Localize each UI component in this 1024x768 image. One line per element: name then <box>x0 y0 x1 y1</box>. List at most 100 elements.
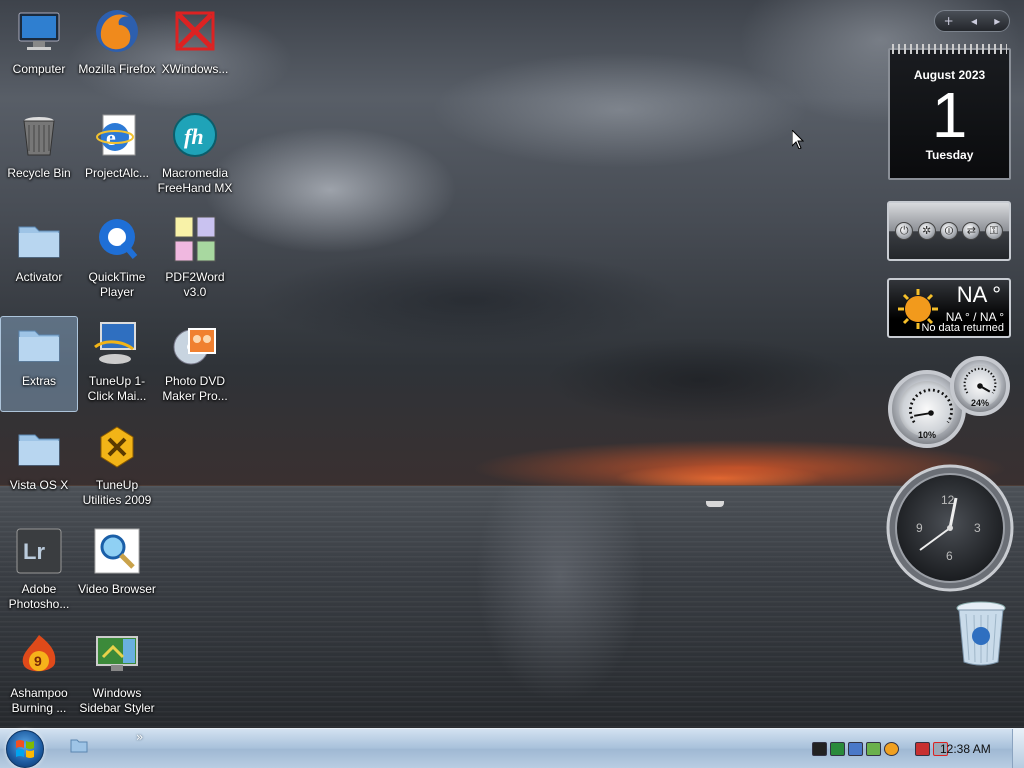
calendar-weekday: Tuesday <box>925 148 974 162</box>
cpu-usage-value: 10% <box>917 430 936 440</box>
taskbar: » 12:38 AM <box>0 728 1024 768</box>
calendar-gadget[interactable]: August 2023 1 Tuesday <box>888 44 1011 180</box>
windows-logo-icon <box>16 740 34 758</box>
quicktime-icon <box>93 215 141 263</box>
cpu-meter-face <box>899 381 955 437</box>
log-off-icon[interactable]: ⏻ <box>895 222 914 240</box>
calendar-rings <box>892 44 1007 54</box>
desktop-icon-activator[interactable]: Activator <box>0 212 78 308</box>
icon-label: Ashampoo Burning ... <box>10 686 68 715</box>
keyboard-icon[interactable] <box>812 742 827 756</box>
recycle-bin-icon <box>15 111 63 159</box>
lightroom-icon: Lr <box>15 527 63 575</box>
folder-icon <box>15 319 63 367</box>
desktop-icon-recycle-bin[interactable]: Recycle Bin <box>0 108 78 204</box>
shutdown-icon[interactable]: ⏼ <box>939 222 958 240</box>
weather-temperature: NA ° <box>956 282 1001 307</box>
desktop-icon-video-browser[interactable]: Video Browser <box>78 524 156 620</box>
recycle-bin-gadget[interactable] <box>954 600 1008 668</box>
internet-explorer-icon: e <box>93 111 141 159</box>
desktop-icon-projectalc[interactable]: e ProjectAlc... <box>78 108 156 204</box>
desktop-icon-tuneup-utilities[interactable]: TuneUp Utilities 2009 <box>78 420 156 516</box>
update-icon[interactable] <box>884 742 899 756</box>
icon-label: ProjectAlc... <box>84 166 150 180</box>
icon-label: TuneUp 1-Click Mai... <box>87 374 147 403</box>
start-button[interactable] <box>6 730 44 768</box>
weather-gadget[interactable]: NA ° NA ° / NA ° No data returned <box>887 278 1011 338</box>
freehand-icon: fh <box>171 111 219 159</box>
icon-label: Computer <box>12 62 66 76</box>
network-icon[interactable] <box>830 742 845 756</box>
control-system-gadget: ⏻ ✲ ⏼ ⇄ ⚿ <box>887 201 1011 261</box>
desktop-icon-xwindows[interactable]: XWindows... <box>156 4 234 100</box>
show-desktop-button[interactable] <box>1012 729 1024 768</box>
clock-number-3: 3 <box>974 521 981 535</box>
icon-label: Vista OS X <box>9 478 69 492</box>
svg-text:e: e <box>106 125 116 150</box>
mouse-cursor <box>792 130 804 149</box>
clock-gadget[interactable]: 12 3 6 9 <box>886 464 1014 592</box>
icon-label: Recycle Bin <box>7 166 71 180</box>
icon-label: Macromedia FreeHand MX <box>157 166 233 195</box>
icon-label: PDF2Word v3.0 <box>165 270 225 299</box>
desktop-icon-extras[interactable]: Extras <box>0 316 78 412</box>
system-tray <box>812 741 948 757</box>
desktop-icon-adobe-photoshop[interactable]: Lr Adobe Photosho... <box>0 524 78 620</box>
sidebar-toolbar: + ◂ ▸ <box>934 10 1010 32</box>
desktop-icon-photo-dvd-maker[interactable]: Photo DVD Maker Pro... <box>156 316 234 412</box>
sidebar-styler-icon <box>93 631 141 679</box>
desktop-icon-ashampoo[interactable]: 9 Ashampoo Burning ... <box>0 628 78 724</box>
icon-label: Adobe Photosho... <box>8 582 70 611</box>
computer-icon <box>15 7 63 55</box>
icon-label: XWindows... <box>161 62 229 76</box>
quick-launch-more-button[interactable]: » <box>136 730 143 744</box>
desktop-icon-vista-os-x[interactable]: Vista OS X <box>0 420 78 516</box>
analog-clock-face: 12 3 6 9 <box>886 464 1014 592</box>
quick-launch-folder-icon[interactable] <box>70 737 88 753</box>
boat <box>706 501 724 507</box>
taskbar-clock[interactable]: 12:38 AM <box>940 742 991 756</box>
recycle-bin-gadget-icon <box>956 601 1006 666</box>
calendar-day: 1 <box>931 79 968 151</box>
folder-icon <box>15 215 63 263</box>
photo-dvd-icon <box>171 319 219 367</box>
pdf2word-icon <box>171 215 219 263</box>
switch-user-icon[interactable]: ⇄ <box>962 222 981 240</box>
action-center-warning-icon[interactable] <box>915 742 930 756</box>
icon-label: Extras <box>21 374 56 388</box>
magnifier-icon <box>93 527 141 575</box>
memory-meter-gadget[interactable]: 24% <box>950 356 1010 416</box>
weather-status: No data returned <box>921 322 1004 334</box>
settings-icon[interactable]: ✲ <box>917 222 936 240</box>
firefox-icon <box>93 7 141 55</box>
svg-text:Lr: Lr <box>23 539 45 564</box>
desktop-icon-computer[interactable]: Computer <box>0 4 78 100</box>
lock-icon[interactable]: ⚿ <box>984 222 1003 240</box>
add-gadget-button[interactable]: + <box>944 14 954 28</box>
icon-label: Windows Sidebar Styler <box>79 686 155 715</box>
icon-label: QuickTime Player <box>88 270 146 299</box>
icon-label: Video Browser <box>78 582 156 596</box>
desktop-icon-pdf2word[interactable]: PDF2Word v3.0 <box>156 212 234 308</box>
previous-page-button[interactable]: ◂ <box>971 14 977 28</box>
desktop-icon-sidebar-styler[interactable]: Windows Sidebar Styler <box>78 628 156 724</box>
memory-usage-value: 24% <box>970 398 989 408</box>
desktop-icon-freehand[interactable]: fh Macromedia FreeHand MX <box>156 108 234 204</box>
icon-label: TuneUp Utilities 2009 <box>82 478 152 507</box>
svg-text:9: 9 <box>34 653 42 669</box>
security-icon[interactable] <box>866 742 881 756</box>
icon-label: Mozilla Firefox <box>78 62 156 76</box>
display-icon[interactable] <box>848 742 863 756</box>
tuneup-monitor-icon <box>93 319 141 367</box>
clock-number-9: 9 <box>916 521 923 535</box>
svg-text:fh: fh <box>184 124 204 149</box>
next-page-button[interactable]: ▸ <box>994 14 1000 28</box>
desktop-icon-quicktime[interactable]: QuickTime Player <box>78 212 156 308</box>
desktop-icon-mozilla-firefox[interactable]: Mozilla Firefox <box>78 4 156 100</box>
icon-label: Photo DVD Maker Pro... <box>162 374 228 403</box>
ashampoo-icon: 9 <box>15 631 63 679</box>
desktop-icon-tuneup-1click[interactable]: TuneUp 1-Click Mai... <box>78 316 156 412</box>
icon-label: Activator <box>15 270 63 284</box>
tuneup-utilities-icon <box>93 423 141 471</box>
clock-number-6: 6 <box>946 549 953 563</box>
